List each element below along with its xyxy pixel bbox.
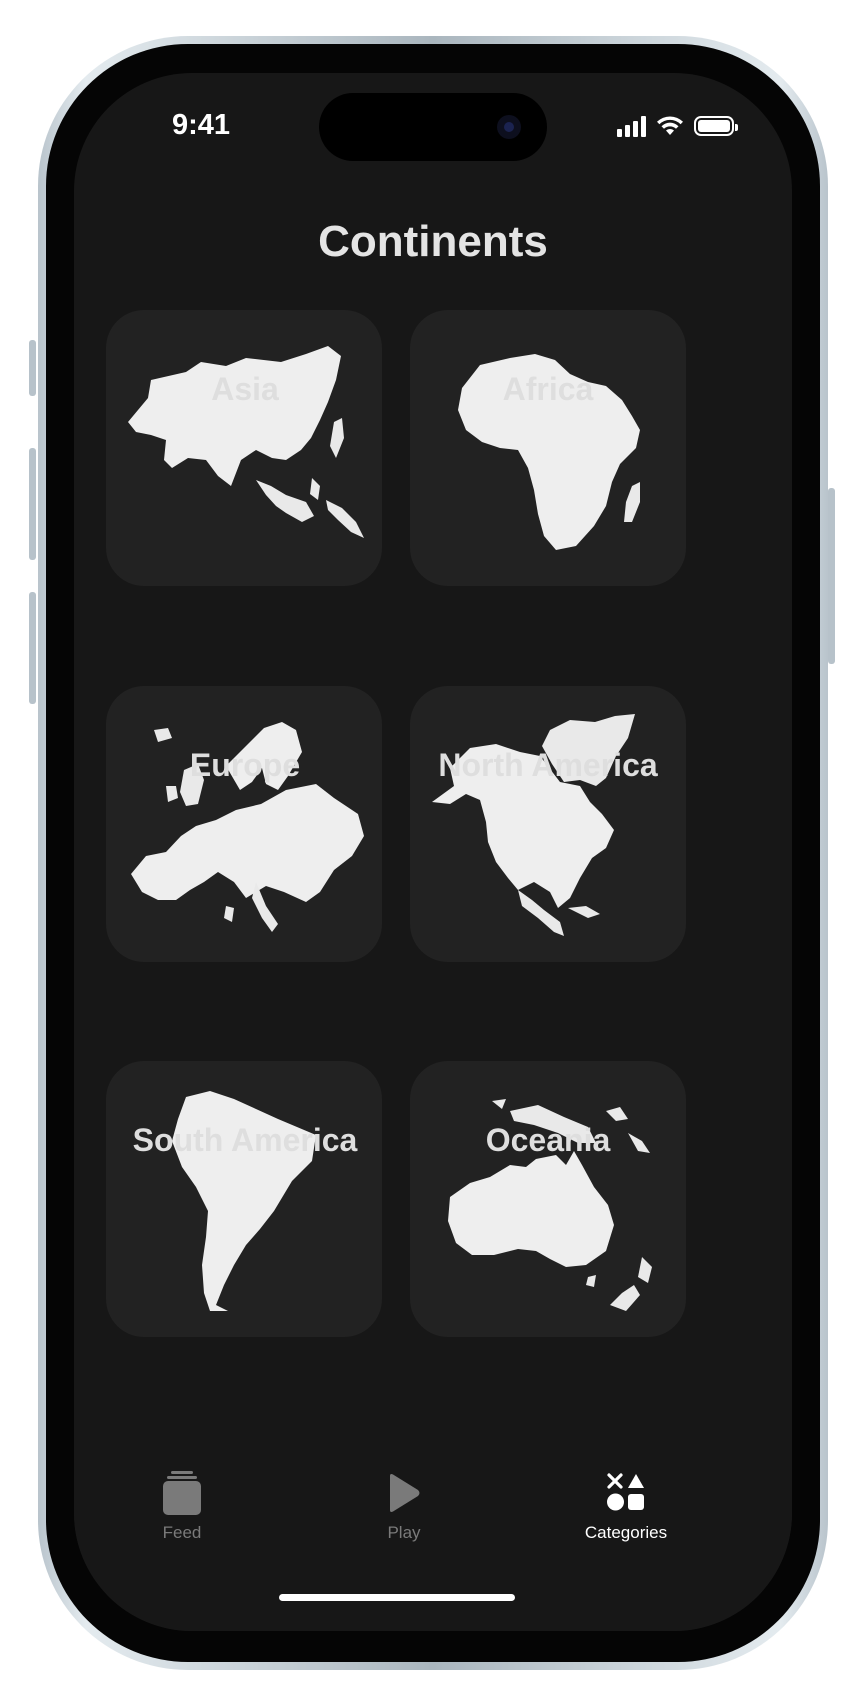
continent-label-europe[interactable]: Europe <box>80 747 410 784</box>
tab-play[interactable]: Play <box>324 1471 484 1543</box>
continent-tile-asia[interactable] <box>106 310 382 586</box>
continent-label-north-america[interactable]: North America <box>383 747 713 784</box>
continent-tile-north-america[interactable] <box>410 686 686 962</box>
home-indicator[interactable] <box>279 1594 515 1601</box>
tab-categories-label: Categories <box>584 1523 668 1542</box>
dynamic-island <box>319 93 547 161</box>
oceania-map-icon <box>448 1099 652 1311</box>
tab-bar: Feed Play Categories <box>74 1431 792 1631</box>
camera-icon <box>497 115 521 139</box>
tab-play-label: Play <box>387 1523 421 1542</box>
north-america-map-icon <box>432 714 635 936</box>
south-america-map-icon <box>172 1091 316 1311</box>
continent-label-south-america[interactable]: South America <box>80 1122 410 1159</box>
wifi-icon <box>657 116 683 135</box>
tab-categories[interactable]: Categories <box>546 1471 706 1543</box>
continent-tile-europe[interactable] <box>106 686 382 962</box>
continent-tile-oceania[interactable] <box>410 1061 686 1337</box>
battery-icon <box>694 116 738 136</box>
africa-map-icon <box>458 354 640 550</box>
continent-tile-africa[interactable] <box>410 310 686 586</box>
action-button <box>29 340 36 396</box>
app-screen: 9:41 Continents Asia Africa Europe North… <box>74 73 792 1631</box>
stack-icon <box>163 1471 201 1517</box>
shapes-icon <box>606 1471 646 1517</box>
volume-down-button <box>29 592 36 704</box>
volume-up-button <box>29 448 36 560</box>
continent-label-asia[interactable]: Asia <box>80 371 410 408</box>
continent-label-africa[interactable]: Africa <box>383 371 713 408</box>
continent-label-oceania[interactable]: Oceania <box>383 1122 713 1159</box>
asia-map-icon <box>128 346 364 538</box>
play-icon <box>385 1471 423 1517</box>
continent-tile-south-america[interactable] <box>106 1061 382 1337</box>
page-title: Continents <box>318 217 548 266</box>
tab-feed[interactable]: Feed <box>102 1471 262 1543</box>
europe-map-icon <box>131 722 364 932</box>
power-button <box>828 488 835 664</box>
status-time: 9:41 <box>172 109 231 141</box>
cellular-signal-icon <box>617 115 646 137</box>
status-icons <box>617 113 738 139</box>
tab-feed-label: Feed <box>162 1523 202 1542</box>
